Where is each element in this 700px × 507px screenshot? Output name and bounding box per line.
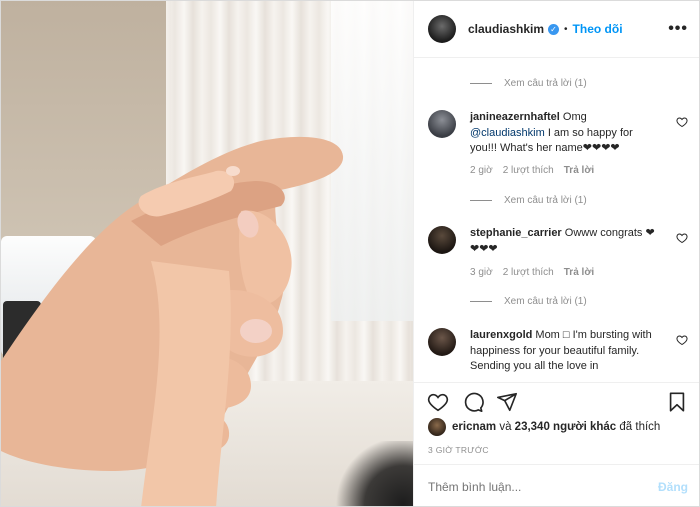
comment-input[interactable] [428,479,658,494]
follow-button[interactable]: Theo dõi [573,22,623,36]
comment-heart-icon[interactable] [676,232,688,244]
post-time[interactable]: 3 GIỜ TRƯỚC [428,445,489,455]
view-replies-label: Xem câu trả lời (1) [504,78,587,89]
commenter-username[interactable]: stephanie_carrier [470,227,562,239]
likes-connector: và [499,421,512,433]
liker-username[interactable]: ericnam [452,421,496,433]
author-avatar[interactable] [428,15,456,43]
action-bar [414,382,699,418]
more-icon[interactable]: ••• [668,20,688,38]
commenter-avatar[interactable] [428,110,456,138]
commenter-avatar[interactable] [428,328,456,356]
comment-likes[interactable]: 2 lượt thích [503,267,554,278]
comment-icon[interactable] [462,391,484,413]
comment-meta: 2 giờ 2 lượt thích Trả lời [470,165,604,176]
comment-text: stephanie_carrier Owww congrats ❤❤❤❤ [470,226,660,257]
likes-summary: ericnam và 23,340 người khác đã thích [428,418,660,436]
comment-text: laurenxgold Mom □ I'm bursting with happ… [470,328,660,375]
share-icon[interactable] [496,391,518,413]
separator-dot: • [564,23,568,35]
comment-meta: 3 giờ 2 lượt thích Trả lời [470,267,604,278]
heart-icon[interactable] [427,391,449,413]
reply-button[interactable]: Trả lời [564,165,594,176]
hands-illustration [1,136,344,506]
view-replies-button[interactable]: Xem câu trả lời (1) [470,296,587,307]
commenter-avatar[interactable] [428,226,456,254]
commenter-username[interactable]: janineazernhaftel [470,111,560,123]
post-window: claudiashkim ✓ • Theo dõi ••• Xem câu tr… [0,0,700,507]
post-photo[interactable] [1,1,413,506]
comment-time: 3 giờ [470,267,493,278]
add-comment-bar: Đăng [414,464,699,506]
comment-time: 2 giờ [470,165,493,176]
comments-list[interactable]: Xem câu trả lời (1) janineazernhaftel Om… [414,58,699,382]
bookmark-icon[interactable] [666,391,688,413]
view-replies-button[interactable]: Xem câu trả lời (1) [470,78,587,89]
comment-text: janineazernhaftel Omg @claudiashkim I am… [470,110,660,157]
comment-mention[interactable]: @claudiashkim [470,127,545,139]
view-replies-label: Xem câu trả lời (1) [504,195,587,206]
comment-heart-icon[interactable] [676,334,688,346]
comment-likes[interactable]: 2 lượt thích [503,165,554,176]
commenter-username[interactable]: laurenxgold [470,329,532,341]
view-replies-button[interactable]: Xem câu trả lời (1) [470,195,587,206]
likes-others[interactable]: 23,340 người khác [515,421,617,433]
verified-icon: ✓ [548,23,560,35]
view-replies-label: Xem câu trả lời (1) [504,296,587,307]
replies-line [470,200,492,201]
post-side-panel: claudiashkim ✓ • Theo dõi ••• Xem câu tr… [413,1,699,506]
comment-text-start: Omg [562,111,587,123]
post-comment-button[interactable]: Đăng [658,480,688,494]
replies-line [470,301,492,302]
replies-line [470,83,492,84]
post-header: claudiashkim ✓ • Theo dõi ••• [414,1,699,58]
comment-heart-icon[interactable] [676,116,688,128]
likes-suffix: đã thích [619,421,661,433]
reply-button[interactable]: Trả lời [564,267,594,278]
liker-avatar[interactable] [428,418,446,436]
author-username[interactable]: claudiashkim [468,22,544,36]
